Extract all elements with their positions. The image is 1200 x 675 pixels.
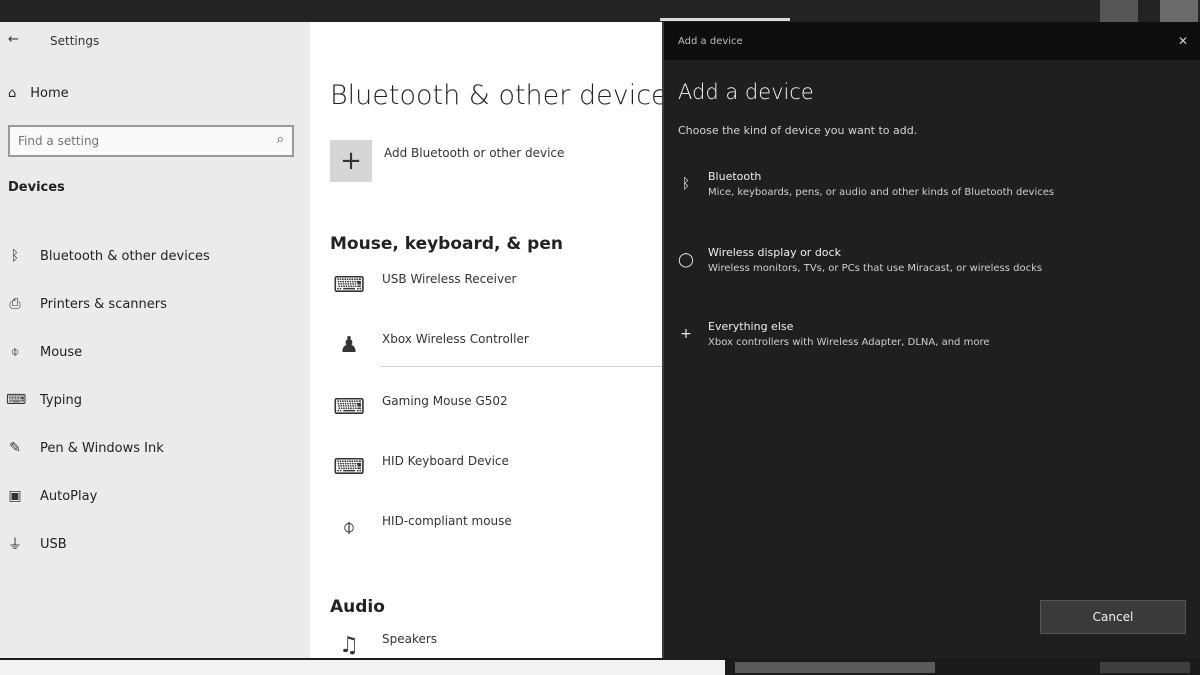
device-name: HID-compliant mouse — [382, 514, 512, 528]
option-title: Bluetooth — [708, 170, 762, 183]
mouse-icon: ⌽ — [342, 514, 356, 540]
option-title: Everything else — [708, 320, 794, 333]
sidebar-item-printers[interactable]: ⎙ Printers & scanners — [0, 280, 310, 328]
dialog-titlebar: Add a device ✕ — [664, 22, 1200, 60]
sidebar-item-label: AutoPlay — [40, 488, 98, 504]
home-icon: ⌂ — [8, 86, 17, 101]
cancel-button[interactable]: Cancel — [1040, 600, 1186, 634]
option-description: Xbox controllers with Wireless Adapter, … — [708, 337, 990, 348]
option-title: Wireless display or dock — [708, 246, 841, 259]
audio-heading: Audio — [330, 597, 385, 617]
option-wireless-display[interactable]: ◯ Wireless display or dock Wireless moni… — [678, 246, 1178, 274]
taskbar — [0, 658, 1200, 675]
sidebar-item-label: Typing — [40, 392, 82, 408]
back-arrow-icon[interactable]: ← — [8, 32, 19, 47]
device-name: Xbox Wireless Controller — [382, 332, 529, 346]
device-item[interactable]: ⌨ Gaming Mouse G502 — [330, 392, 508, 422]
usb-icon: ⏚ — [8, 537, 22, 553]
add-device-dialog: Add a device ✕ Add a device Choose the k… — [662, 22, 1200, 658]
top-bar-indicator — [660, 18, 790, 21]
page-title: Bluetooth & other devices — [330, 80, 662, 111]
divider — [380, 366, 662, 367]
device-item[interactable]: ⌨ USB Wireless Receiver — [330, 270, 516, 300]
add-device-button[interactable]: + Add Bluetooth or other device — [330, 140, 564, 182]
sidebar-item-typing[interactable]: ⌨ Typing — [0, 376, 310, 424]
bluetooth-icon: ᛒ — [10, 248, 20, 264]
sidebar-item-label: USB — [40, 536, 67, 552]
device-name: HID Keyboard Device — [382, 454, 509, 468]
home-label: Home — [30, 86, 69, 101]
device-item[interactable]: ⌨ HID Keyboard Device — [330, 452, 509, 482]
taskbar-segment[interactable] — [735, 662, 935, 673]
device-name: USB Wireless Receiver — [382, 272, 517, 286]
top-bar-button[interactable] — [1100, 0, 1138, 22]
display-icon: ◯ — [678, 252, 694, 268]
search-box[interactable]: ⌕ — [8, 125, 294, 157]
sidebar-item-mouse[interactable]: ⌽ Mouse — [0, 328, 310, 376]
sidebar-item-home[interactable]: ⌂ Home — [8, 86, 69, 101]
plus-icon: + — [330, 140, 372, 182]
autoplay-icon: ▣ — [8, 488, 22, 504]
search-icon[interactable]: ⌕ — [277, 132, 284, 147]
option-bluetooth[interactable]: ᛒ Bluetooth Mice, keyboards, pens, or au… — [678, 170, 1178, 198]
top-bar-button[interactable] — [1160, 0, 1198, 22]
taskbar-segment[interactable] — [0, 660, 725, 675]
sidebar-item-pen[interactable]: ✎ Pen & Windows Ink — [0, 424, 310, 472]
sidebar: ← Settings ⌂ Home ⌕ Devices ᛒ Bluetooth … — [0, 22, 310, 658]
search-input[interactable] — [10, 127, 250, 155]
sidebar-item-bluetooth[interactable]: ᛒ Bluetooth & other devices — [0, 232, 310, 280]
plus-icon: + — [680, 326, 692, 342]
bluetooth-icon: ᛒ — [681, 176, 691, 192]
keyboard-icon: ⌨ — [6, 392, 27, 408]
dialog-title: Add a device — [678, 80, 814, 104]
taskbar-tray[interactable] — [1100, 662, 1190, 673]
dialog-instruction: Choose the kind of device you want to ad… — [678, 124, 918, 137]
printer-icon: ⎙ — [9, 296, 21, 312]
headset-icon: ♟ — [339, 332, 359, 358]
keyboard-icon: ⌨ — [333, 394, 365, 420]
sidebar-item-label: Bluetooth & other devices — [40, 248, 210, 264]
option-description: Wireless monitors, TVs, or PCs that use … — [708, 263, 1043, 274]
sidebar-item-label: Mouse — [40, 344, 83, 360]
headphones-icon: ♫ — [339, 632, 359, 658]
device-item[interactable]: ♫ Speakers — [330, 630, 437, 658]
app-title: Settings — [50, 34, 100, 48]
device-name: Speakers — [382, 632, 438, 646]
sidebar-nav: ᛒ Bluetooth & other devices ⎙ Printers &… — [0, 232, 310, 568]
option-description: Mice, keyboards, pens, or audio and othe… — [708, 187, 1055, 198]
main-content: Bluetooth & other devices + Add Bluetoot… — [330, 22, 662, 658]
sidebar-item-autoplay[interactable]: ▣ AutoPlay — [0, 472, 310, 520]
mouse-icon: ⌽ — [10, 344, 20, 360]
settings-window: ← Settings ⌂ Home ⌕ Devices ᛒ Bluetooth … — [0, 22, 662, 658]
device-name: Gaming Mouse G502 — [382, 394, 508, 408]
mouse-keyboard-heading: Mouse, keyboard, & pen — [330, 234, 563, 254]
top-bar — [0, 0, 1200, 22]
sidebar-item-label: Pen & Windows Ink — [40, 440, 164, 456]
add-device-label: Add Bluetooth or other device — [384, 146, 565, 160]
device-item[interactable]: ⌽ HID-compliant mouse — [330, 512, 512, 542]
option-everything-else[interactable]: + Everything else Xbox controllers with … — [678, 320, 1178, 348]
sidebar-item-label: Printers & scanners — [40, 296, 167, 312]
section-label: Devices — [8, 180, 65, 195]
close-icon[interactable]: ✕ — [1178, 34, 1188, 48]
pen-icon: ✎ — [9, 440, 21, 456]
dialog-window-title: Add a device — [678, 36, 743, 47]
device-item[interactable]: ♟ Xbox Wireless Controller — [330, 330, 529, 360]
keyboard-icon: ⌨ — [333, 272, 365, 298]
sidebar-item-usb[interactable]: ⏚ USB — [0, 520, 310, 568]
keyboard-icon: ⌨ — [333, 454, 365, 480]
